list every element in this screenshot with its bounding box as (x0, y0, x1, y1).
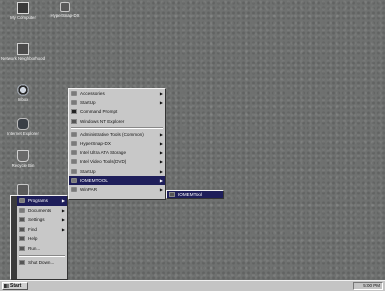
windows-logo-icon (4, 284, 9, 288)
submenu-arrow-icon: ▶ (159, 131, 163, 137)
menu-item-label: HyperSnap-DX (80, 140, 111, 146)
submenu-arrow-icon: ▶ (159, 177, 163, 183)
menu-item-label: Documents (28, 207, 52, 213)
submenu-arrow-icon: ▶ (159, 140, 163, 146)
inbox-icon (17, 84, 29, 96)
submenu-arrow-icon: ▶ (61, 217, 65, 223)
command-prompt-icon (71, 109, 77, 115)
shutdown-icon (19, 259, 25, 265)
start-item-help[interactable]: Help (17, 234, 67, 244)
programs-item-intel-video[interactable]: Intel Video Tools(DVD) ▶ (69, 157, 165, 166)
programs-item-hypersnap[interactable]: HyperSnap-DX ▶ (69, 139, 165, 148)
folder-icon (71, 150, 77, 156)
app-icon (169, 192, 175, 197)
my-computer-icon (17, 2, 29, 14)
clock: 5:00 PM (363, 283, 380, 288)
submenu-arrow-icon: ▶ (159, 100, 163, 106)
desktop-icon-label: Network Neighborhood (1, 56, 45, 61)
desktop-icon-label: Recycle Bin (11, 163, 35, 168)
submenu-arrow-icon: ▶ (61, 198, 65, 203)
programs-item-startup[interactable]: StartUp ▶ (69, 98, 165, 107)
submenu-arrow-icon: ▶ (159, 168, 163, 174)
submenu-arrow-icon: ▶ (159, 150, 163, 156)
documents-icon (19, 207, 25, 213)
find-icon (19, 226, 25, 232)
menu-item-label: Shut Down... (28, 259, 55, 265)
network-icon (17, 43, 29, 55)
system-tray: 5:00 PM (353, 282, 383, 290)
menu-item-label: IOMEMTool (178, 192, 202, 197)
desktop-icon-network[interactable]: Network Neighborhood (0, 43, 46, 61)
menu-item-label: WinPAR (80, 186, 98, 192)
recycle-bin-icon (17, 150, 29, 162)
menu-item-label: Find (28, 226, 37, 232)
menu-item-label: Intel Ultra ATA Storage (80, 150, 127, 156)
menu-separator (19, 254, 65, 257)
menu-item-label: Command Prompt (80, 109, 118, 115)
settings-icon (19, 217, 25, 223)
folder-icon (71, 100, 77, 106)
desktop-icon-my-computer[interactable]: My Computer (0, 2, 46, 20)
start-item-run[interactable]: Run... (17, 244, 67, 254)
desktop-icon-label: Inbox (17, 97, 29, 102)
start-item-find[interactable]: Find ▶ (17, 225, 67, 235)
desktop-icon-label: My Computer (10, 15, 36, 20)
folder-icon (71, 159, 77, 165)
hypersnap-icon (60, 2, 70, 12)
submenu-arrow-icon: ▶ (159, 91, 163, 96)
folder-icon (71, 131, 77, 137)
submenu-arrow-icon: ▶ (159, 159, 163, 165)
start-item-shutdown[interactable]: Shut Down... (17, 258, 67, 268)
desktop-icon-inbox[interactable]: Inbox (0, 84, 46, 102)
menu-item-label: Administrative Tools (Common) (80, 131, 144, 137)
submenu-arrow-icon: ▶ (61, 207, 65, 213)
menu-item-label: Programs (28, 198, 48, 203)
submenu-arrow-icon: ▶ (159, 186, 163, 192)
folder-icon (71, 91, 77, 96)
programs-item-intel-ata[interactable]: Intel Ultra ATA Storage ▶ (69, 148, 165, 157)
programs-item-startup-2[interactable]: StartUp ▶ (69, 167, 165, 176)
folder-icon (71, 168, 77, 174)
programs-item-command-prompt[interactable]: Command Prompt (69, 107, 165, 116)
explorer-icon (71, 118, 77, 124)
menu-item-label: Help (28, 236, 38, 242)
folder-icon (71, 140, 77, 146)
help-icon (19, 236, 25, 242)
run-icon (19, 245, 25, 251)
start-item-settings[interactable]: Settings ▶ (17, 215, 67, 225)
menu-separator (71, 126, 163, 129)
menu-item-label: StartUp (80, 168, 96, 174)
programs-menu: Accessories ▶ StartUp ▶ Command Prompt Win… (68, 88, 166, 200)
menu-item-label: Run... (28, 245, 41, 251)
taskbar: Start 5:00 PM (0, 280, 385, 291)
programs-item-iomemtool[interactable]: IOMEMTOOL ▶ (69, 175, 165, 185)
desktop-icon-label: Internet Explorer (7, 131, 39, 136)
start-item-programs[interactable]: Programs ▶ (17, 196, 67, 206)
folder-icon (71, 177, 77, 183)
start-item-documents[interactable]: Documents ▶ (17, 206, 67, 216)
submenu-arrow-icon: ▶ (61, 226, 65, 232)
start-menu: Programs ▶ Documents ▶ Settings ▶ Find ▶ Hel… (10, 195, 68, 280)
start-button-label: Start (10, 283, 22, 289)
iomemtool-submenu: IOMEMTool (166, 190, 224, 199)
desktop-icon-internet-explorer[interactable]: Internet Explorer (0, 118, 46, 136)
programs-item-nt-explorer[interactable]: Windows NT Explorer (69, 117, 165, 126)
programs-icon (19, 198, 25, 203)
desktop-icon-label: HyperSnap-DX (50, 13, 80, 18)
submenu-item-iomemtool[interactable]: IOMEMTool (167, 191, 223, 198)
internet-explorer-icon (17, 118, 29, 130)
desktop-icon-recycle-bin[interactable]: Recycle Bin (0, 150, 46, 168)
menu-item-label: IOMEMTOOL (80, 177, 108, 183)
menu-item-label: Intel Video Tools(DVD) (80, 159, 127, 165)
menu-item-label: StartUp (80, 100, 96, 106)
menu-item-label: Accessories (80, 91, 105, 96)
programs-item-accessories[interactable]: Accessories ▶ (69, 89, 165, 98)
programs-item-admin-tools[interactable]: Administrative Tools (Common) ▶ (69, 130, 165, 139)
programs-item-winpar[interactable]: WinPAR ▶ (69, 185, 165, 194)
folder-icon (71, 186, 77, 192)
desktop-icon-hypersnap[interactable]: HyperSnap-DX (42, 2, 88, 18)
menu-item-label: Settings (28, 217, 45, 223)
start-button[interactable]: Start (2, 282, 28, 290)
menu-item-label: Windows NT Explorer (80, 118, 125, 124)
